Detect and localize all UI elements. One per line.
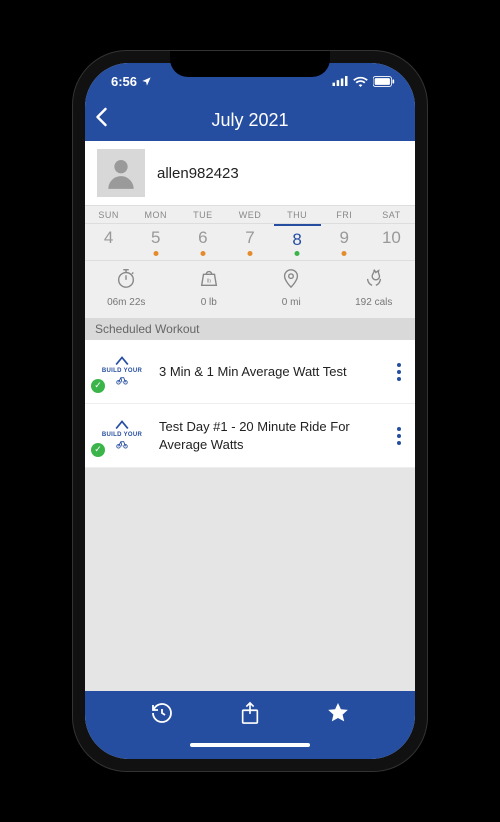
- day-cell[interactable]: 10: [368, 224, 415, 260]
- workout-thumbnail: BUILD YOUR ✓: [95, 356, 149, 388]
- phone-frame: 6:56 July 2021 allen982423 SUN: [73, 51, 427, 771]
- day-number: 6: [198, 228, 207, 247]
- share-icon: [239, 701, 261, 725]
- battery-icon: [373, 76, 395, 87]
- tab-history[interactable]: [150, 701, 174, 730]
- weekday-label: SAT: [368, 206, 415, 223]
- activity-dot-icon: [153, 251, 158, 256]
- nav-title: July 2021: [211, 110, 288, 131]
- day-cell[interactable]: 5: [132, 224, 179, 260]
- profile-row[interactable]: allen982423: [85, 141, 415, 205]
- workout-item[interactable]: BUILD YOUR ✓ 3 Min & 1 Min Average Watt …: [85, 340, 415, 404]
- avatar: [97, 149, 145, 197]
- brand-mark-icon: [115, 356, 129, 366]
- day-cell-selected[interactable]: 8: [274, 224, 321, 260]
- activity-dot-icon: [200, 251, 205, 256]
- activity-dot-icon: [247, 251, 252, 256]
- stat-value: 0 mi: [282, 297, 301, 308]
- day-number: 4: [104, 228, 113, 247]
- bike-icon: [115, 375, 129, 385]
- flame-icon: [363, 267, 385, 289]
- location-arrow-icon: [141, 76, 152, 87]
- workout-title: Test Day #1 - 20 Minute Ride For Average…: [149, 418, 391, 453]
- stopwatch-icon: [115, 267, 137, 289]
- signal-icon: [332, 76, 348, 86]
- tab-bar: [85, 691, 415, 739]
- weekday-label: MON: [132, 206, 179, 223]
- weekday-label: FRI: [321, 206, 368, 223]
- workout-list[interactable]: BUILD YOUR ✓ 3 Min & 1 Min Average Watt …: [85, 340, 415, 691]
- week-days: 4 5 6 7 8 9 10: [85, 224, 415, 260]
- activity-dot-icon: [295, 251, 300, 256]
- nav-header: July 2021: [85, 99, 415, 141]
- bike-icon: [115, 439, 129, 449]
- pin-icon: [280, 267, 302, 289]
- day-number: 9: [340, 228, 349, 247]
- weekday-label: WED: [226, 206, 273, 223]
- completed-check-icon: ✓: [91, 443, 105, 457]
- weekday-label: THU: [274, 206, 321, 223]
- scale-icon: lb: [198, 267, 220, 289]
- stats-row: 06m 22s lb 0 lb 0 mi 192 cals: [85, 260, 415, 318]
- home-indicator[interactable]: [85, 739, 415, 759]
- day-number: 7: [245, 228, 254, 247]
- day-number: 5: [151, 228, 160, 247]
- brand-text: BUILD YOUR: [95, 432, 149, 439]
- star-icon: [326, 701, 350, 725]
- person-icon: [102, 154, 140, 192]
- username: allen982423: [157, 165, 239, 182]
- stat-weight: lb 0 lb: [168, 267, 251, 310]
- wifi-icon: [353, 76, 368, 87]
- activity-dot-icon: [342, 251, 347, 256]
- stat-value: 06m 22s: [107, 297, 145, 308]
- weekday-label: SUN: [85, 206, 132, 223]
- section-header: Scheduled Workout: [85, 318, 415, 340]
- day-cell[interactable]: 6: [179, 224, 226, 260]
- stat-duration: 06m 22s: [85, 267, 168, 310]
- day-cell[interactable]: 4: [85, 224, 132, 260]
- day-number: 8: [292, 230, 301, 249]
- more-button[interactable]: [391, 357, 407, 387]
- back-button[interactable]: [95, 107, 108, 133]
- workout-item[interactable]: BUILD YOUR ✓ Test Day #1 - 20 Minute Rid…: [85, 404, 415, 468]
- svg-text:lb: lb: [207, 279, 211, 285]
- status-time: 6:56: [111, 74, 137, 89]
- day-cell[interactable]: 7: [226, 224, 273, 260]
- tab-share[interactable]: [239, 701, 261, 730]
- stat-value: 0 lb: [201, 297, 217, 308]
- day-cell[interactable]: 9: [321, 224, 368, 260]
- screen: 6:56 July 2021 allen982423 SUN: [85, 63, 415, 759]
- stat-calories: 192 cals: [333, 267, 416, 310]
- chevron-left-icon: [95, 107, 108, 127]
- tab-favorite[interactable]: [326, 701, 350, 730]
- completed-check-icon: ✓: [91, 379, 105, 393]
- day-number: 10: [382, 228, 401, 247]
- weekday-label: TUE: [179, 206, 226, 223]
- notch: [170, 51, 330, 77]
- brand-mark-icon: [115, 420, 129, 430]
- workout-thumbnail: BUILD YOUR ✓: [95, 420, 149, 452]
- history-icon: [150, 701, 174, 725]
- more-button[interactable]: [391, 421, 407, 451]
- workout-title: 3 Min & 1 Min Average Watt Test: [149, 363, 391, 381]
- stat-distance: 0 mi: [250, 267, 333, 310]
- brand-text: BUILD YOUR: [95, 368, 149, 375]
- stat-value: 192 cals: [355, 297, 392, 308]
- weekday-labels: SUN MON TUE WED THU FRI SAT: [85, 205, 415, 224]
